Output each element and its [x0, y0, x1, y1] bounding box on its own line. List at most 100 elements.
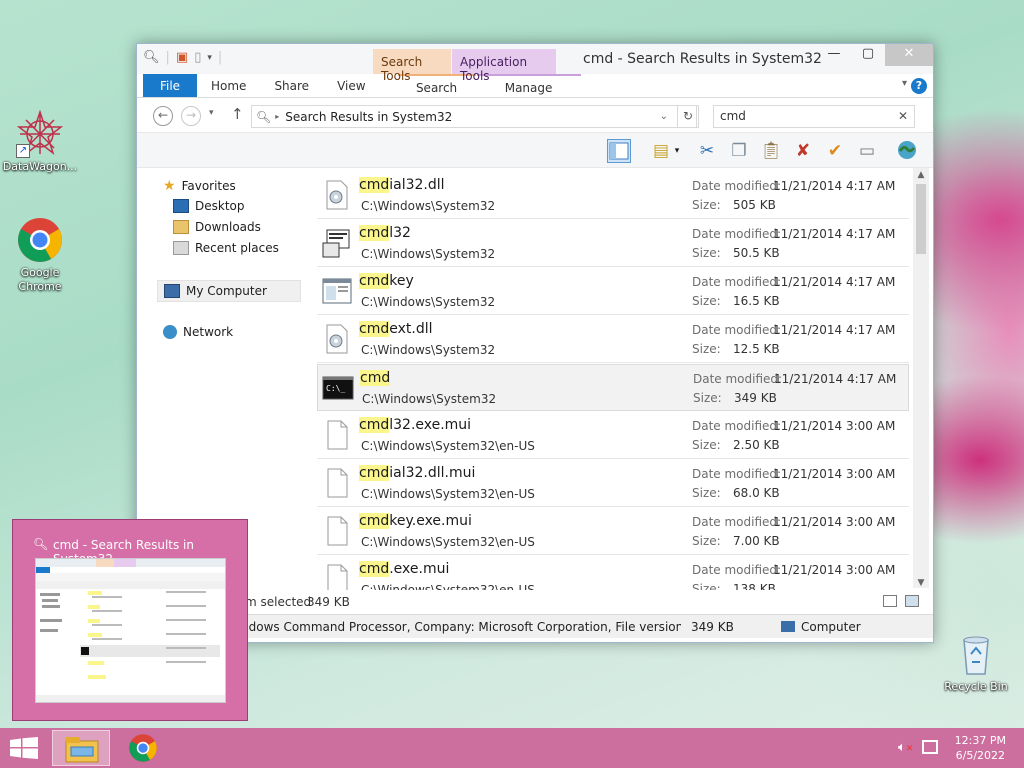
- date-modified-value: 11/21/2014 3:00 AM: [773, 419, 896, 433]
- details-size: 349 KB: [691, 620, 734, 634]
- scroll-down-icon[interactable]: ▼: [913, 578, 929, 588]
- volume-muted-icon[interactable]: 🔈︎✕: [898, 740, 913, 755]
- forward-button[interactable]: →: [181, 106, 201, 126]
- result-row[interactable]: cmdkey C:\Windows\System32 Date modified: 1…: [317, 268, 909, 315]
- desktop-icon-chrome[interactable]: Google Chrome: [0, 216, 80, 294]
- nav-downloads-label: Downloads: [195, 220, 261, 234]
- nav-recent-label: Recent places: [195, 241, 279, 255]
- result-row[interactable]: C:\_ cmd C:\Windows\System32 Date modified:…: [317, 364, 909, 411]
- result-name: cmdl32: [359, 225, 411, 241]
- rename-check-icon[interactable]: ✔: [823, 139, 847, 163]
- desktop-folder-icon: [173, 199, 189, 213]
- nav-desktop[interactable]: Desktop: [173, 199, 245, 213]
- clock[interactable]: 12:37 PM 6/5/2022: [955, 733, 1006, 763]
- properties-icon[interactable]: ▣: [176, 50, 188, 65]
- status-size: 349 KB: [307, 595, 350, 609]
- taskbar-file-explorer[interactable]: [52, 730, 110, 766]
- properties-dropdown-icon[interactable]: ▾: [671, 139, 683, 163]
- preview-pane-icon[interactable]: [607, 139, 631, 163]
- network-tray-icon[interactable]: [922, 740, 938, 754]
- expand-ribbon-icon[interactable]: ▾: [902, 78, 907, 97]
- tab-share[interactable]: Share: [260, 74, 323, 97]
- clear-search-icon[interactable]: ✕: [898, 106, 908, 127]
- title-bar: 🔍︎ | ▣ ▯ ▾ | Search Tools Application To…: [137, 44, 933, 83]
- nav-downloads[interactable]: Downloads: [173, 220, 261, 234]
- properties-check-icon[interactable]: ▤: [649, 139, 673, 163]
- details-view-icon[interactable]: [883, 595, 897, 607]
- status-selected: m selected: [245, 595, 312, 609]
- size-label: Size:: [692, 246, 721, 260]
- search-highlight: cmd: [359, 177, 390, 193]
- size-value: 68.0 KB: [733, 486, 780, 500]
- desktop-icon-recycle-bin[interactable]: Recycle Bin: [936, 630, 1016, 693]
- refresh-button[interactable]: ↻: [677, 105, 699, 128]
- up-button[interactable]: ↑: [231, 105, 244, 123]
- address-box[interactable]: 🔍︎ ▸ Search Results in System32 ⌄: [251, 105, 697, 128]
- result-name: cmd: [360, 370, 391, 386]
- size-label: Size:: [692, 534, 721, 548]
- close-button[interactable]: ✕: [885, 44, 933, 66]
- copy-icon[interactable]: ❐: [727, 139, 751, 163]
- result-name-rest: key: [389, 273, 414, 289]
- result-path: C:\Windows\System32: [361, 199, 496, 213]
- large-icons-view-icon[interactable]: [905, 595, 919, 607]
- date-modified-value: 11/21/2014 4:17 AM: [773, 275, 896, 289]
- result-row[interactable]: cmdl32.exe.mui C:\Windows\System32\en-US D…: [317, 412, 909, 459]
- result-row[interactable]: cmdkey.exe.mui C:\Windows\System32\en-US D…: [317, 508, 909, 555]
- desktop-icon-label: DataWagon...: [2, 160, 78, 173]
- search-input[interactable]: cmd ✕: [713, 105, 915, 128]
- result-row[interactable]: cmdl32 C:\Windows\System32 Date modified: 1…: [317, 220, 909, 267]
- nav-network[interactable]: Network: [163, 325, 233, 339]
- date-modified-label: Date modified:: [692, 179, 782, 193]
- size-value: 50.5 KB: [733, 246, 780, 260]
- explorer-window: 🔍︎ | ▣ ▯ ▾ | Search Tools Application To…: [136, 43, 934, 643]
- minimize-button[interactable]: —: [817, 44, 851, 66]
- taskbar-chrome[interactable]: [114, 730, 172, 766]
- maximize-button[interactable]: ▢: [851, 44, 885, 66]
- tab-manage[interactable]: Manage: [476, 74, 581, 97]
- tab-home[interactable]: Home: [197, 74, 260, 97]
- size-value: 7.00 KB: [733, 534, 780, 548]
- globe-icon[interactable]: [895, 139, 919, 163]
- result-row[interactable]: cmdext.dll C:\Windows\System32 Date modifi…: [317, 316, 909, 363]
- new-folder-icon[interactable]: ▯: [194, 50, 201, 65]
- paste-icon[interactable]: 📋︎: [759, 139, 783, 163]
- date-modified-label: Date modified:: [692, 323, 782, 337]
- computer-small-icon: [781, 621, 795, 632]
- nav-my-computer[interactable]: My Computer: [157, 280, 301, 302]
- recent-places-icon: [173, 241, 189, 255]
- tab-view[interactable]: View: [323, 74, 379, 97]
- back-button[interactable]: ←: [153, 106, 173, 126]
- delete-icon[interactable]: ✘: [791, 139, 815, 163]
- app-icon: [321, 227, 353, 259]
- scroll-thumb[interactable]: [916, 184, 926, 254]
- date-modified-label: Date modified:: [692, 563, 782, 577]
- details-bar: ndows Command Processor, Company: Micros…: [137, 614, 933, 638]
- file-explorer-icon: [65, 737, 99, 763]
- scroll-up-icon[interactable]: ▲: [913, 170, 929, 180]
- desktop-icon-datawagon[interactable]: ↗ DataWagon...: [0, 109, 80, 173]
- search-highlight: cmd: [359, 321, 390, 337]
- result-name: cmdkey.exe.mui: [359, 513, 472, 529]
- taskbar-thumbnail-preview[interactable]: 🔍︎ cmd - Search Results in System32: [12, 519, 248, 721]
- result-row[interactable]: cmdial32.dll C:\Windows\System32 Date modi…: [317, 172, 909, 219]
- search-icon[interactable]: 🔍︎: [143, 50, 160, 65]
- date-modified-value: 11/21/2014 4:17 AM: [773, 227, 896, 241]
- nav-favorites[interactable]: ★ Favorites: [163, 178, 236, 194]
- date-modified-value: 11/21/2014 4:17 AM: [773, 179, 896, 193]
- nav-recent-places[interactable]: Recent places: [173, 241, 279, 255]
- result-name-rest: ext.dll: [389, 321, 433, 337]
- result-row[interactable]: cmdial32.dll.mui C:\Windows\System32\en-U…: [317, 460, 909, 507]
- cut-icon[interactable]: ✂: [695, 139, 719, 163]
- search-results-list: cmdial32.dll C:\Windows\System32 Date modi…: [317, 172, 911, 602]
- start-button[interactable]: [10, 737, 38, 759]
- recent-locations-icon[interactable]: ▾: [209, 108, 214, 118]
- size-value: 505 KB: [733, 198, 776, 212]
- help-icon[interactable]: ?: [911, 78, 927, 94]
- vertical-scrollbar[interactable]: ▲ ▼: [913, 168, 929, 588]
- rename-icon[interactable]: ▭: [855, 139, 879, 163]
- window-controls: — ▢ ✕: [817, 44, 933, 66]
- size-label: Size:: [693, 391, 722, 405]
- tab-file[interactable]: File: [143, 74, 197, 97]
- customize-qat-icon[interactable]: ▾: [207, 53, 212, 63]
